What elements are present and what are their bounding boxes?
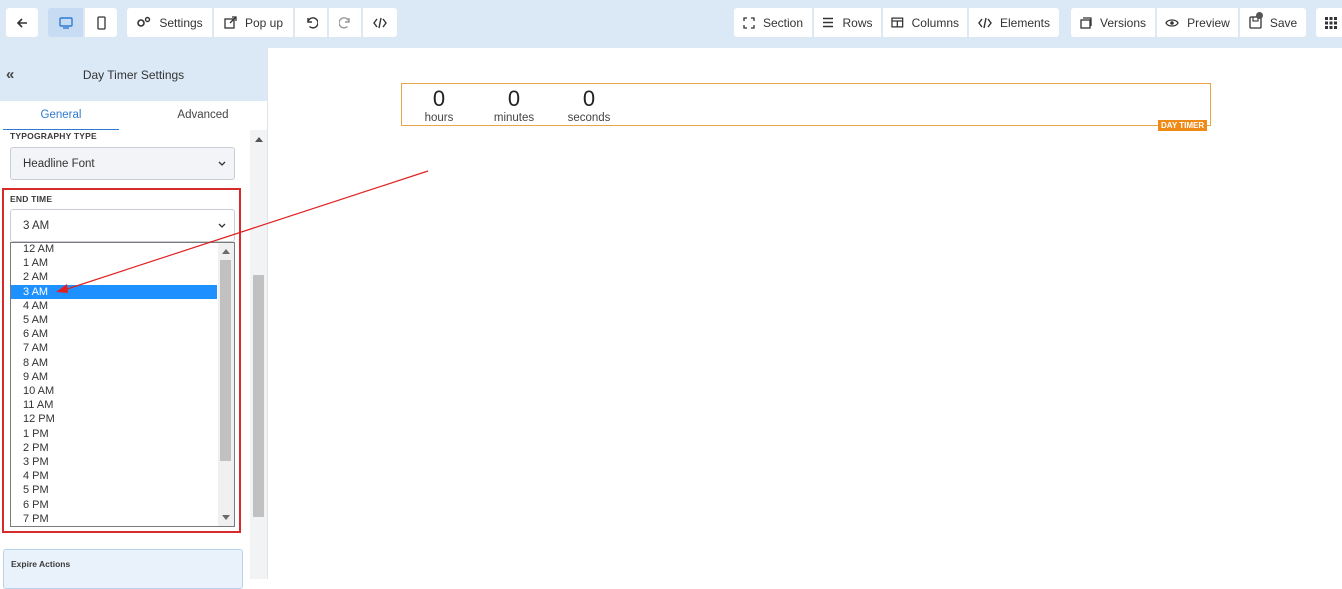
annotation-arrow <box>56 170 429 293</box>
